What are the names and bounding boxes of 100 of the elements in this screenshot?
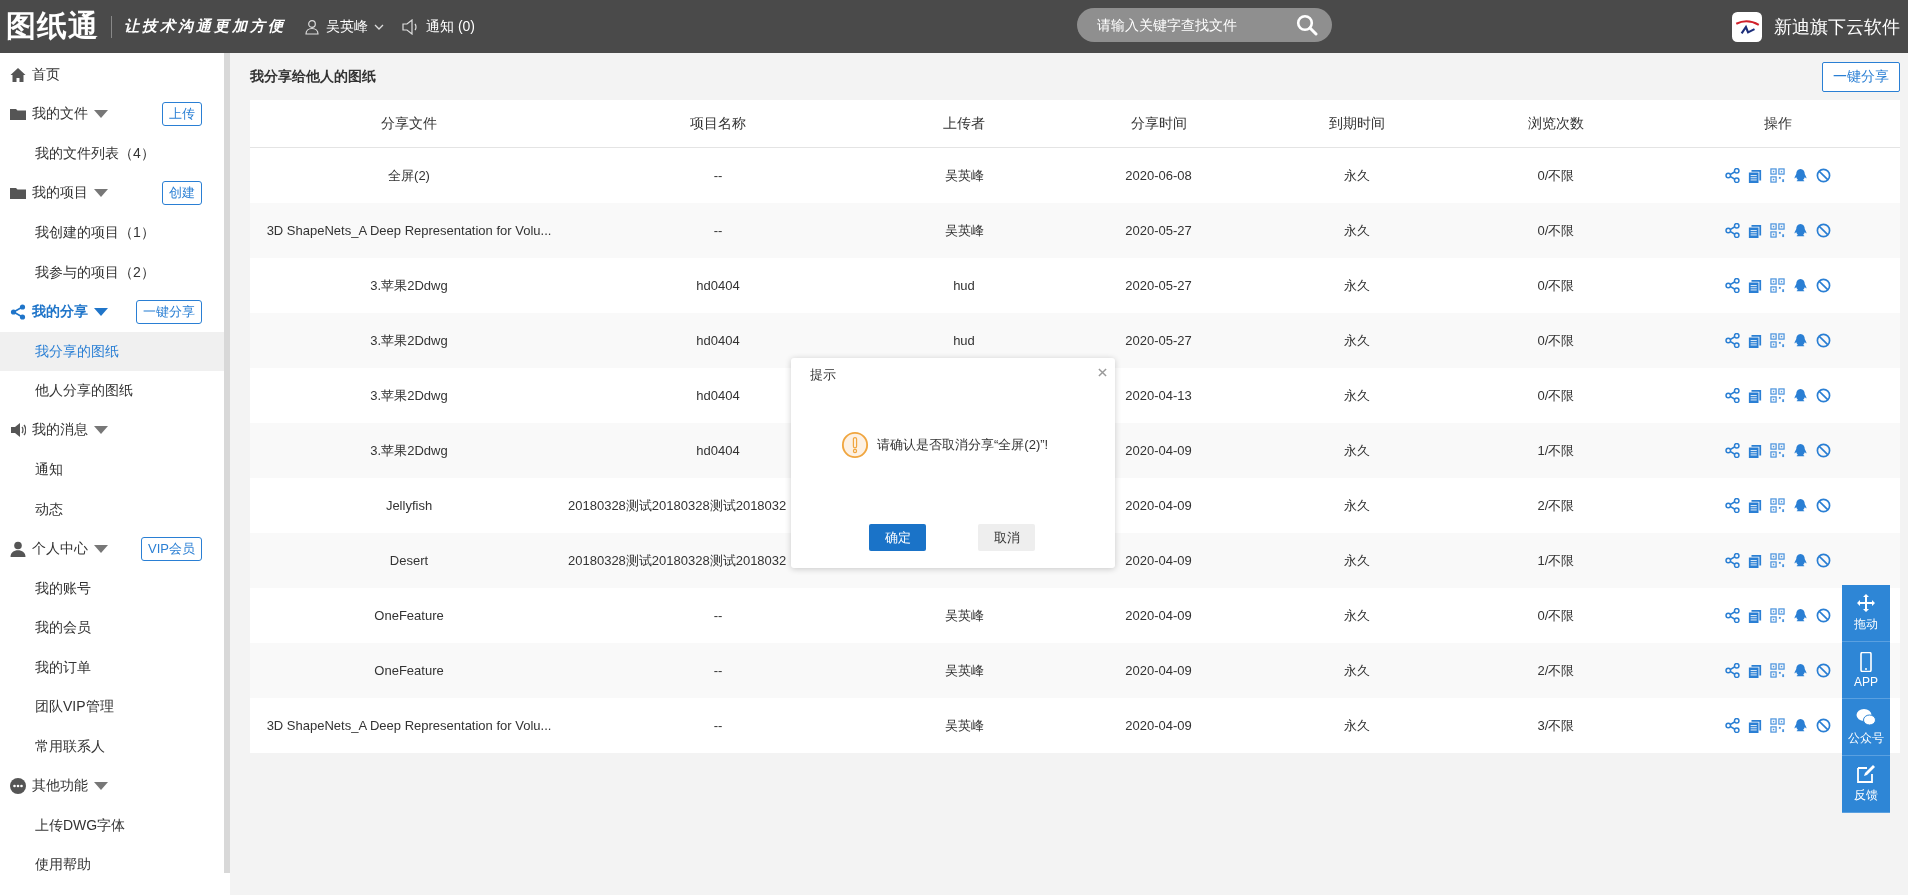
- sidebar-action-button[interactable]: VIP会员: [141, 536, 202, 561]
- qr-code-icon[interactable]: [1769, 278, 1785, 293]
- share-icon[interactable]: [1724, 498, 1740, 513]
- share-icon[interactable]: [1724, 388, 1740, 403]
- toolbar-label[interactable]: 反馈: [1854, 787, 1878, 804]
- penguin-icon[interactable]: [1792, 718, 1808, 733]
- toolbar-label[interactable]: 公众号: [1848, 730, 1884, 747]
- close-icon[interactable]: [1098, 368, 1107, 377]
- sidebar-item[interactable]: 常用联系人: [0, 726, 224, 766]
- caret-icon[interactable]: [94, 426, 108, 435]
- qr-code-icon[interactable]: [1769, 718, 1785, 733]
- copy-icon[interactable]: [1747, 553, 1762, 568]
- sidebar-group[interactable]: 我的消息: [32, 421, 88, 440]
- penguin-icon[interactable]: [1792, 553, 1808, 568]
- caret-icon[interactable]: [94, 544, 108, 553]
- ban-icon[interactable]: [1815, 553, 1831, 568]
- qr-code-icon[interactable]: [1769, 443, 1785, 458]
- ban-icon[interactable]: [1815, 663, 1831, 678]
- ban-icon[interactable]: [1815, 443, 1831, 458]
- sidebar-action-button[interactable]: 上传: [162, 102, 202, 127]
- copy-icon[interactable]: [1747, 278, 1762, 293]
- qr-code-icon[interactable]: [1769, 168, 1785, 183]
- caret-icon[interactable]: [94, 189, 108, 198]
- sidebar-item[interactable]: 我的会员: [0, 608, 224, 648]
- dialog-button[interactable]: 确定: [869, 524, 926, 551]
- ban-icon[interactable]: [1815, 278, 1831, 293]
- share-icon[interactable]: [1724, 333, 1740, 348]
- ban-icon[interactable]: [1815, 388, 1831, 403]
- sidebar-item[interactable]: 我的文件列表（4）: [0, 134, 224, 174]
- share-icon[interactable]: [1724, 223, 1740, 238]
- chevron-down-icon[interactable]: [374, 23, 384, 30]
- sidebar-item[interactable]: 使用帮助: [0, 845, 224, 885]
- sidebar-item[interactable]: 通知: [0, 450, 224, 490]
- penguin-icon[interactable]: [1792, 388, 1808, 403]
- share-icon[interactable]: [1724, 443, 1740, 458]
- qr-code-icon[interactable]: [1769, 553, 1785, 568]
- sidebar-group[interactable]: 其他功能: [32, 776, 88, 795]
- sidebar-item[interactable]: 我分享的图纸: [0, 331, 224, 371]
- penguin-icon[interactable]: [1792, 168, 1808, 183]
- penguin-icon[interactable]: [1792, 443, 1808, 458]
- copy-icon[interactable]: [1747, 498, 1762, 513]
- toolbar-label[interactable]: APP: [1854, 674, 1878, 689]
- share-icon[interactable]: [1724, 663, 1740, 678]
- copy-icon[interactable]: [1747, 223, 1762, 238]
- penguin-icon[interactable]: [1792, 223, 1808, 238]
- ban-icon[interactable]: [1815, 168, 1831, 183]
- ban-icon[interactable]: [1815, 718, 1831, 733]
- sidebar-item[interactable]: 团队VIP管理: [0, 687, 224, 727]
- caret-icon[interactable]: [94, 781, 108, 790]
- edit-icon[interactable]: [1856, 764, 1876, 784]
- search-field[interactable]: 请输入关键字查找文件: [1077, 8, 1332, 42]
- sidebar-group[interactable]: 个人中心: [32, 539, 88, 558]
- share-icon[interactable]: [1724, 553, 1740, 568]
- sidebar-action-button[interactable]: 一键分享: [136, 299, 202, 324]
- chat-icon[interactable]: [1856, 707, 1876, 727]
- penguin-icon[interactable]: [1792, 663, 1808, 678]
- copy-icon[interactable]: [1747, 443, 1762, 458]
- copy-icon[interactable]: [1747, 718, 1762, 733]
- ban-icon[interactable]: [1815, 608, 1831, 623]
- copy-icon[interactable]: [1747, 333, 1762, 348]
- copy-icon[interactable]: [1747, 608, 1762, 623]
- sidebar-item[interactable]: 我创建的项目（1）: [0, 213, 224, 253]
- sidebar-item[interactable]: 动态: [0, 489, 224, 529]
- copy-icon[interactable]: [1747, 388, 1762, 403]
- sidebar-group[interactable]: 首页: [32, 65, 60, 84]
- qr-code-icon[interactable]: [1769, 663, 1785, 678]
- copy-icon[interactable]: [1747, 168, 1762, 183]
- sidebar-item[interactable]: 上传DWG字体: [0, 805, 224, 845]
- penguin-icon[interactable]: [1792, 608, 1808, 623]
- share-icon[interactable]: [1724, 718, 1740, 733]
- caret-icon[interactable]: [94, 110, 108, 119]
- penguin-icon[interactable]: [1792, 333, 1808, 348]
- share-button[interactable]: 一键分享: [1822, 61, 1900, 92]
- sidebar-group[interactable]: 我的文件: [32, 105, 88, 124]
- dialog-button[interactable]: 取消: [978, 524, 1035, 551]
- penguin-icon[interactable]: [1792, 278, 1808, 293]
- notification-link[interactable]: 通知 (0): [426, 17, 475, 36]
- sidebar-item[interactable]: 我的订单: [0, 647, 224, 687]
- ban-icon[interactable]: [1815, 333, 1831, 348]
- ban-icon[interactable]: [1815, 223, 1831, 238]
- search-icon[interactable]: [1296, 14, 1318, 36]
- qr-code-icon[interactable]: [1769, 223, 1785, 238]
- qr-code-icon[interactable]: [1769, 388, 1785, 403]
- user-name[interactable]: 吴英峰: [326, 17, 368, 36]
- sidebar-group[interactable]: 我的项目: [32, 184, 88, 203]
- copy-icon[interactable]: [1747, 663, 1762, 678]
- share-icon[interactable]: [1724, 168, 1740, 183]
- sidebar-item[interactable]: 我的账号: [0, 568, 224, 608]
- scrollbar[interactable]: [224, 53, 230, 873]
- share-icon[interactable]: [1724, 278, 1740, 293]
- sidebar-action-button[interactable]: 创建: [162, 181, 202, 206]
- sidebar-item[interactable]: 我参与的项目（2）: [0, 252, 224, 292]
- ban-icon[interactable]: [1815, 498, 1831, 513]
- share-icon[interactable]: [1724, 608, 1740, 623]
- qr-code-icon[interactable]: [1769, 333, 1785, 348]
- move-icon[interactable]: [1856, 593, 1876, 613]
- sidebar-group[interactable]: 我的分享: [32, 302, 88, 321]
- sidebar-item[interactable]: 他人分享的图纸: [0, 371, 224, 411]
- toolbar-label[interactable]: 拖动: [1854, 616, 1878, 633]
- qr-code-icon[interactable]: [1769, 608, 1785, 623]
